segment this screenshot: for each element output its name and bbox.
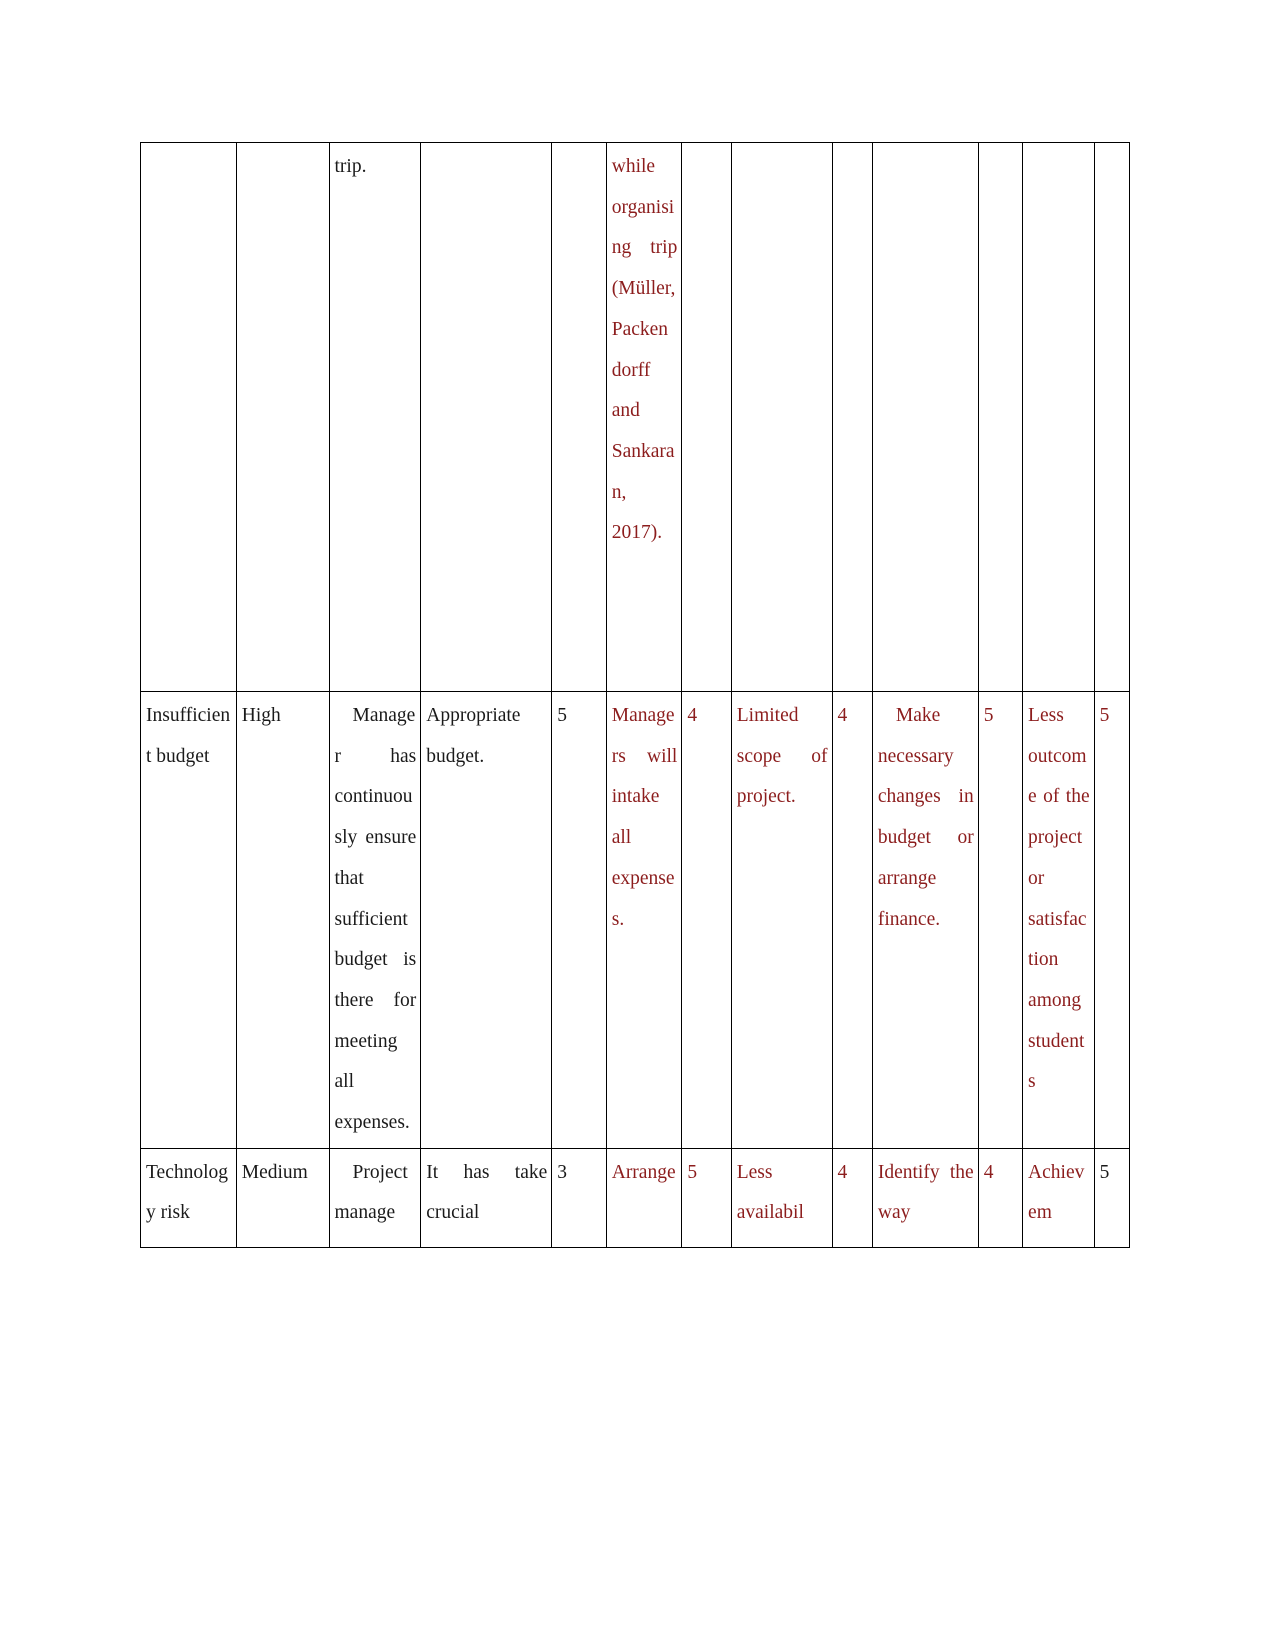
cell-mitigation: Project manage xyxy=(328,1147,422,1248)
cell-action xyxy=(871,142,979,692)
cell-risk-level: High xyxy=(235,691,330,1149)
cell-score-4 xyxy=(977,142,1024,692)
cell-risk-name: Technology risk xyxy=(140,1147,237,1248)
cell-outcome: Achievem xyxy=(1022,1147,1095,1248)
cell-requirement: It has take crucial xyxy=(420,1147,553,1248)
cell-score-4: 5 xyxy=(977,691,1024,1149)
cell-risk-name: Insufficient budget xyxy=(140,691,237,1149)
cell-score-5: 5 xyxy=(1093,691,1131,1149)
cell-mitigation: trip. xyxy=(328,142,422,692)
cell-score-4: 4 xyxy=(977,1147,1024,1248)
cell-score-3 xyxy=(831,142,873,692)
table-row: Technology risk Medium Project manage It… xyxy=(140,1147,1131,1248)
cell-outcome xyxy=(1022,142,1095,692)
risk-register-table: trip. while organising trip (Müller, Pac… xyxy=(140,142,1131,1248)
cell-score-2: 5 xyxy=(681,1147,732,1248)
cell-risk-level xyxy=(235,142,330,692)
cell-impact: while organising trip (Müller, Packendor… xyxy=(605,142,683,692)
cell-score-5: 5 xyxy=(1093,1147,1131,1248)
cell-requirement: Appropriate budget. xyxy=(420,691,553,1149)
document-page: trip. while organising trip (Müller, Pac… xyxy=(0,0,1275,1650)
cell-score-2: 4 xyxy=(681,691,732,1149)
cell-mitigation: Manager has continuously ensure that suf… xyxy=(328,691,422,1149)
cell-score-3: 4 xyxy=(831,691,873,1149)
cell-outcome: Less outcome of the project or satisfact… xyxy=(1022,691,1095,1149)
cell-risk-level: Medium xyxy=(235,1147,330,1248)
cell-consequence xyxy=(730,142,833,692)
cell-score-1 xyxy=(551,142,607,692)
cell-score-5 xyxy=(1093,142,1131,692)
table-row: Insufficient budget High Manager has con… xyxy=(140,691,1131,1149)
cell-impact: Arrange xyxy=(605,1147,683,1248)
table-row: trip. while organising trip (Müller, Pac… xyxy=(140,142,1131,692)
cell-score-3: 4 xyxy=(831,1147,873,1248)
cell-risk-name xyxy=(140,142,237,692)
cell-action: Identify the way xyxy=(871,1147,979,1248)
cell-consequence: Less availabil xyxy=(730,1147,833,1248)
cell-requirement xyxy=(420,142,553,692)
cell-score-1: 3 xyxy=(551,1147,607,1248)
cell-action: Make necessary changes in budget or arra… xyxy=(871,691,979,1149)
cell-impact: Managers will intake all expenses. xyxy=(605,691,683,1149)
cell-score-2 xyxy=(681,142,732,692)
cell-consequence: Limited scope of project. xyxy=(730,691,833,1149)
cell-score-1: 5 xyxy=(551,691,607,1149)
